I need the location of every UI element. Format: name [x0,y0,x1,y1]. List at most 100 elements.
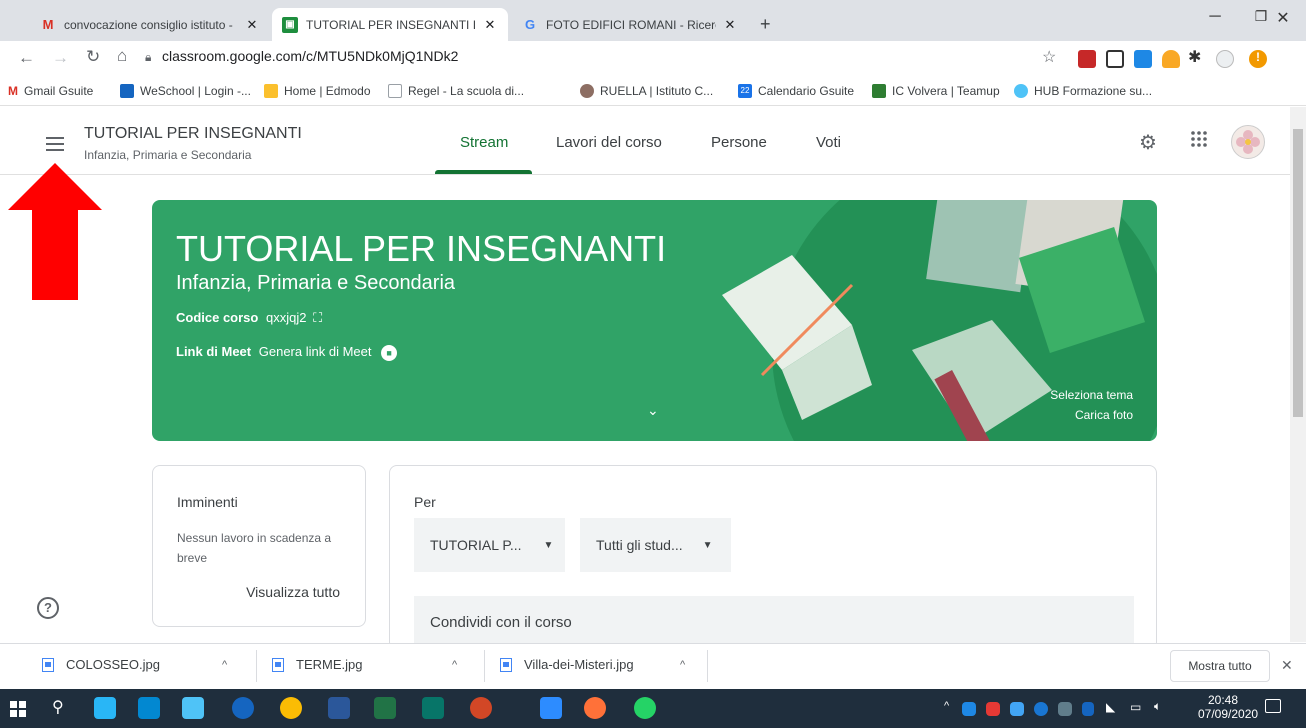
word-icon[interactable] [328,697,350,719]
meet-link-row: Link di Meet Genera link di Meet ■ [176,344,398,361]
clock[interactable]: 20:48 07/09/2020 [1198,693,1258,721]
bookmark-star-icon[interactable]: ☆ [1042,47,1056,67]
browser-tab-google[interactable]: G FOTO EDIFICI ROMANI - Ricerca ✕ [512,8,748,41]
close-tab-icon[interactable]: ✕ [482,17,498,33]
tray-icon[interactable] [1034,702,1048,716]
main-menu-icon[interactable] [46,137,64,155]
bookmark-ruella[interactable]: RUELLA | Istituto C... [580,84,713,98]
chrome-icon[interactable] [280,697,302,719]
bookmark-calendar[interactable]: 22 Calendario Gsuite [738,84,854,98]
firefox-icon[interactable] [584,697,606,719]
tray-icon[interactable] [1058,702,1072,716]
notifications-icon[interactable] [1265,699,1281,713]
page-scrollbar[interactable] [1290,107,1306,642]
download-item-terme[interactable]: TERME.jpg [272,657,362,672]
whatsapp-icon[interactable] [634,697,656,719]
profile-avatar-icon[interactable] [1216,50,1234,68]
screen-extension-icon[interactable] [1134,50,1152,68]
gmail-icon: M [42,17,54,32]
bookmark-edmodo[interactable]: Home | Edmodo [264,84,371,98]
clock-time: 20:48 [1207,693,1239,707]
browser-tab-classroom[interactable]: ▣ TUTORIAL PER INSEGNANTI Infar ✕ [272,8,508,41]
scrollbar-thumb[interactable] [1293,129,1303,417]
bluetooth-icon[interactable] [1082,702,1094,716]
settings-gear-icon[interactable]: ⚙ [1139,130,1157,155]
tray-expand-icon[interactable]: ^ [944,700,949,712]
powerpoint-icon[interactable] [470,697,492,719]
windows-start-icon[interactable] [10,701,26,717]
select-theme-link[interactable]: Seleziona tema [1050,388,1133,402]
chevron-up-icon[interactable]: ^ [680,659,685,671]
active-tab-indicator [435,170,532,174]
reload-icon[interactable]: ↻ [86,47,100,67]
bookmark-teamup[interactable]: IC Volvera | Teamup [872,84,1000,98]
help-icon[interactable]: ? [37,597,59,619]
fullscreen-code-icon[interactable]: ⛶ [313,310,322,325]
publisher-icon[interactable] [422,697,444,719]
browser-tab-gmail[interactable]: M convocazione consiglio istituto - ✕ [30,8,270,41]
update-alert-icon[interactable]: ! [1249,50,1267,68]
account-avatar[interactable] [1231,125,1265,159]
close-tab-icon[interactable]: ✕ [722,17,738,33]
bookmark-gmail[interactable]: M Gmail Gsuite [8,84,93,98]
class-select-dropdown[interactable]: TUTORIAL P... ▼ [414,518,565,572]
pdf-extension-icon[interactable] [1078,50,1096,68]
divider [707,650,708,682]
grid-extension-icon[interactable] [1106,50,1124,68]
download-filename: TERME.jpg [296,657,363,672]
download-item-villa[interactable]: Villa-dei-Misteri.jpg [500,657,634,672]
taskbar-app-icon[interactable] [138,697,160,719]
taskbar-app-icon[interactable] [182,697,204,719]
forward-icon[interactable]: → [52,48,69,68]
close-tab-icon[interactable]: ✕ [244,17,260,33]
bookmark-label: WeSchool | Login -... [140,84,251,98]
bookmark-regel[interactable]: Regel - La scuola di... [388,84,524,98]
wifi-icon[interactable]: ◣ [1106,700,1115,714]
classroom-icon: ▣ [282,16,298,33]
taskbar-app-icon[interactable] [94,697,116,719]
tab-grades[interactable]: Voti [816,134,841,151]
bookmark-weschool[interactable]: WeSchool | Login -... [120,84,251,98]
annotation-arrow-up [8,163,102,300]
extensions-puzzle-icon[interactable]: ✱ [1188,47,1201,67]
meet-video-icon[interactable]: ■ [381,344,398,361]
tray-icon[interactable] [1010,702,1024,716]
search-icon[interactable]: ⚲ [52,697,64,717]
close-download-shelf-icon[interactable]: ✕ [1281,657,1293,674]
tab-classwork[interactable]: Lavori del corso [556,134,662,151]
tray-icon[interactable] [962,702,976,716]
chevron-up-icon[interactable]: ^ [452,659,457,671]
volume-icon[interactable]: 🔈︎ [1154,699,1161,714]
back-icon[interactable]: ← [18,48,35,68]
edge-icon[interactable] [232,697,254,719]
upload-photo-link[interactable]: Carica foto [1075,408,1133,422]
tab-stream[interactable]: Stream [460,134,508,151]
tab-people[interactable]: Persone [711,134,767,151]
generate-meet-link[interactable]: Genera link di Meet [259,344,372,359]
share-with-class-input[interactable]: Condividi con il corso [414,596,1134,643]
chevron-up-icon[interactable]: ^ [222,659,227,671]
tray-icon[interactable] [986,702,1000,716]
thumb-extension-icon[interactable] [1162,50,1180,68]
apps-grid-icon[interactable] [1190,130,1208,148]
home-icon[interactable]: ⌂ [117,46,127,66]
download-shelf [0,643,1306,689]
show-all-downloads-button[interactable]: Mostra tutto [1170,650,1270,682]
teamup-icon [872,84,886,98]
new-tab-button[interactable]: + [760,14,771,35]
excel-icon[interactable] [374,697,396,719]
class-name[interactable]: TUTORIAL PER INSEGNANTI [84,125,302,143]
network-icon[interactable]: ▭ [1130,700,1141,714]
upcoming-title: Imminenti [177,494,238,510]
close-window-icon[interactable]: ✕ [1260,8,1306,34]
address-bar[interactable]: classroom.google.com/c/MTU5NDk0MjQ1NDk2 [162,48,458,64]
download-item-colosseo[interactable]: COLOSSEO.jpg [42,657,160,672]
chevron-down-icon[interactable]: ⌄ [647,402,659,419]
minimize-icon[interactable]: ─ [1192,8,1238,34]
edmodo-icon [264,84,278,98]
bookmark-hub[interactable]: HUB Formazione su... [1014,84,1152,98]
view-all-link[interactable]: Visualizza tutto [246,584,340,600]
divider [256,650,257,682]
students-select-dropdown[interactable]: Tutti gli stud... ▼ [580,518,731,572]
zoom-icon[interactable] [540,697,562,719]
